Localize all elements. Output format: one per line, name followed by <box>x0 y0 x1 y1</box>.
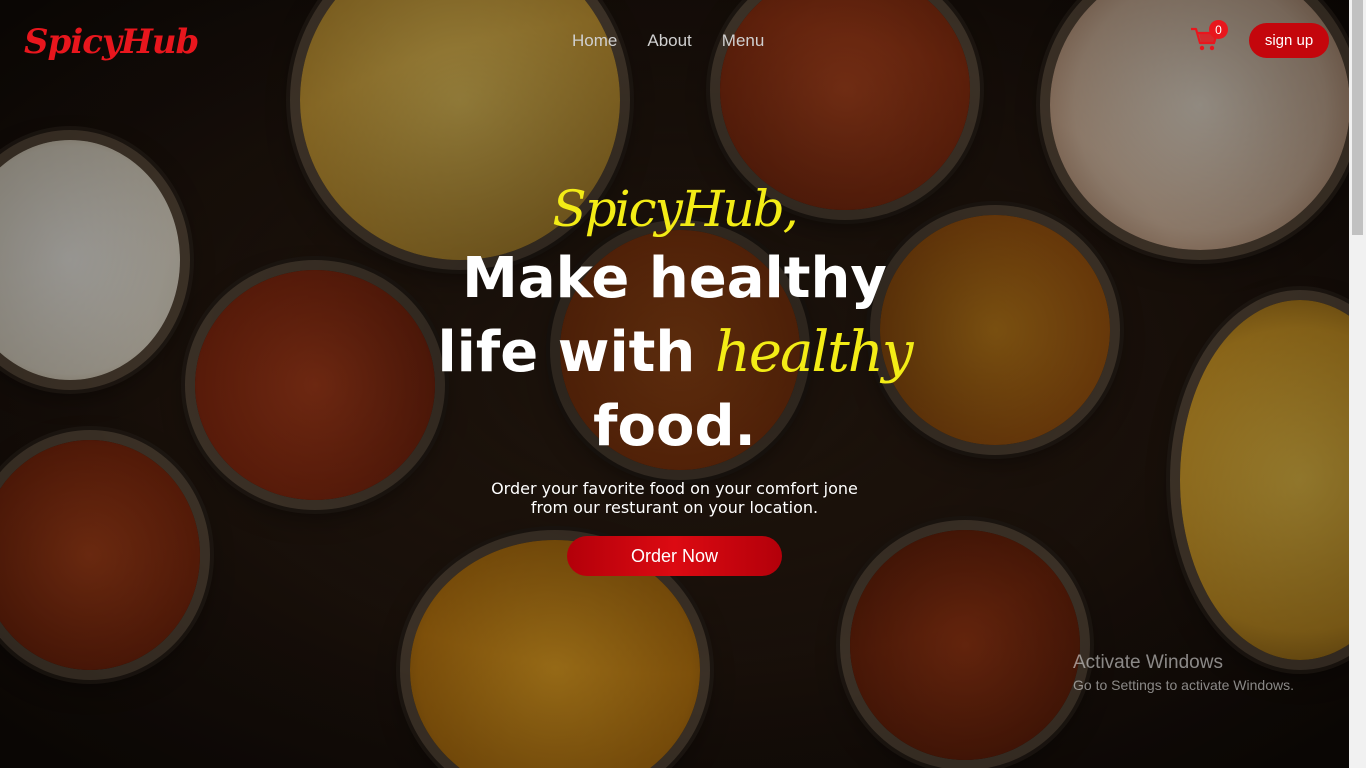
main-nav: Home About Menu <box>572 31 764 51</box>
signup-button[interactable]: sign up <box>1249 23 1329 58</box>
cart-count-badge: 0 <box>1209 20 1228 39</box>
hero-subtitle-line-2: from our resturant on your location. <box>530 498 819 517</box>
windows-activation-subtitle: Go to Settings to activate Windows. <box>1073 677 1294 693</box>
page-scrollbar[interactable] <box>1349 0 1366 768</box>
nav-menu-link[interactable]: Menu <box>722 31 765 51</box>
hero-subtitle: Order your favorite food on your comfort… <box>0 479 1349 517</box>
windows-activation-title: Activate Windows <box>1073 652 1223 673</box>
site-logo[interactable]: SpicyHub <box>24 22 199 62</box>
hero-heading-line-2: life with healthy <box>0 320 1349 385</box>
hero-subtitle-line-1: Order your favorite food on your comfort… <box>491 479 858 498</box>
hero-heading-plain: life with <box>437 320 715 385</box>
nav-about-link[interactable]: About <box>647 31 691 51</box>
hero-heading-line-3: food. <box>593 394 756 459</box>
hero-heading-line-1: Make healthy <box>462 246 887 311</box>
hero-brand-heading: SpicyHub, <box>552 180 798 238</box>
hero-heading-highlight: healthy <box>714 320 914 385</box>
nav-home-link[interactable]: Home <box>572 31 617 51</box>
order-now-button[interactable]: Order Now <box>567 536 782 576</box>
scrollbar-thumb[interactable] <box>1352 0 1363 235</box>
